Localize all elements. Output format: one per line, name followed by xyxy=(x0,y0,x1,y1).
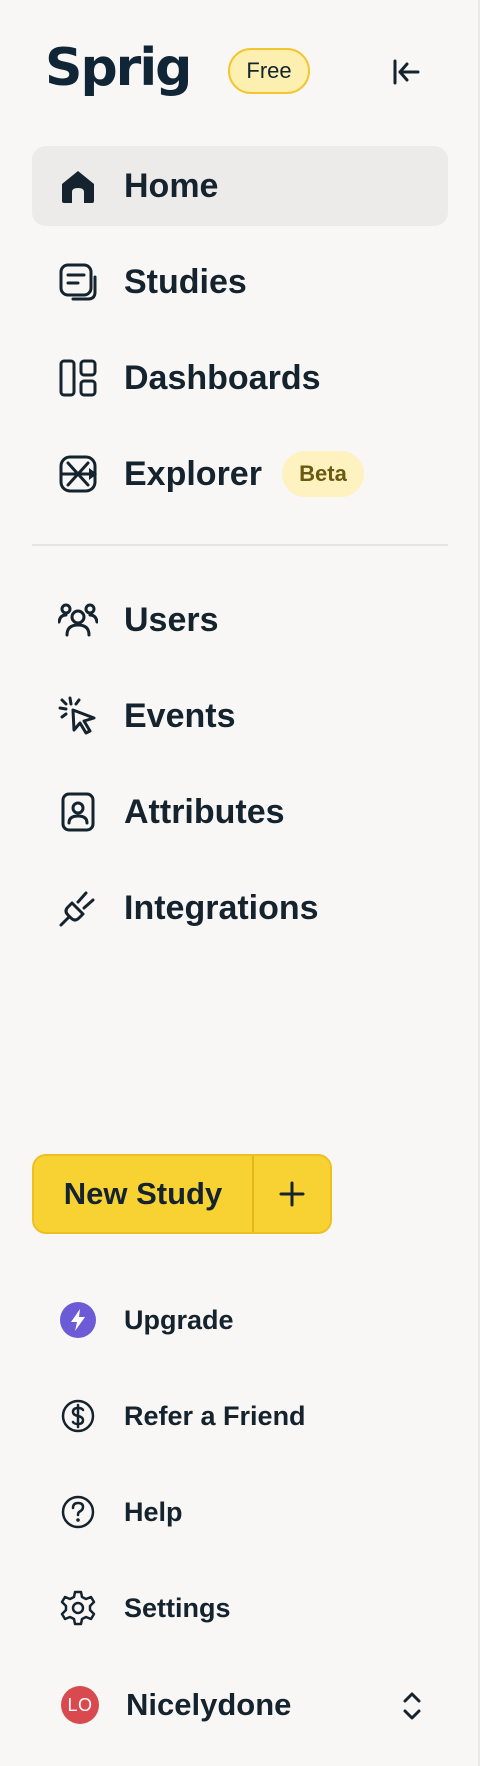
sidebar-item-label: Users xyxy=(124,601,219,639)
attributes-icon xyxy=(58,792,98,832)
sidebar-item-label: Dashboards xyxy=(124,359,321,397)
plus-icon xyxy=(278,1180,306,1208)
dollar-circle-icon xyxy=(60,1398,96,1434)
help-icon xyxy=(60,1494,96,1530)
collapse-left-icon xyxy=(390,56,422,88)
sidebar-item-users[interactable]: Users xyxy=(32,580,448,660)
beta-badge: Beta xyxy=(282,451,364,497)
avatar: LO xyxy=(61,1686,99,1724)
nav-divider xyxy=(32,544,448,546)
new-study-button[interactable]: New Study xyxy=(34,1156,252,1232)
studies-icon xyxy=(58,262,98,302)
plan-badge: Free xyxy=(228,48,310,94)
sprig-logo[interactable]: Sprig xyxy=(45,40,192,96)
sidebar: Sprig Free Home Studies Dashboards Explo… xyxy=(0,0,480,1766)
explorer-icon xyxy=(58,454,98,494)
new-study-split-button: New Study xyxy=(32,1154,332,1234)
util-label: Upgrade xyxy=(124,1305,234,1335)
sidebar-item-explorer[interactable]: Explorer Beta xyxy=(32,434,448,514)
util-label: Refer a Friend xyxy=(124,1401,306,1431)
dashboards-icon xyxy=(58,358,98,398)
sidebar-item-studies[interactable]: Studies xyxy=(32,242,448,322)
home-icon xyxy=(58,166,98,206)
util-label: Help xyxy=(124,1497,183,1527)
sidebar-item-label: Home xyxy=(124,167,219,205)
sidebar-item-attributes[interactable]: Attributes xyxy=(32,772,448,852)
sidebar-header: Sprig Free xyxy=(0,0,478,140)
sidebar-item-events[interactable]: Events xyxy=(32,676,448,756)
util-label: Settings xyxy=(124,1593,231,1623)
account-switcher[interactable]: LO Nicelydone xyxy=(32,1668,448,1748)
sidebar-item-home[interactable]: Home xyxy=(32,146,448,226)
refer-friend-link[interactable]: Refer a Friend xyxy=(32,1380,448,1452)
integrations-icon xyxy=(58,888,98,928)
settings-link[interactable]: Settings xyxy=(32,1572,448,1644)
events-icon xyxy=(58,696,98,736)
users-icon xyxy=(58,600,98,640)
sidebar-item-label: Attributes xyxy=(124,793,285,831)
collapse-sidebar-button[interactable] xyxy=(384,52,428,92)
account-name: Nicelydone xyxy=(126,1687,292,1722)
sidebar-item-label: Events xyxy=(124,697,236,735)
gear-icon xyxy=(60,1590,96,1626)
bolt-icon xyxy=(60,1302,96,1338)
new-study-plus-button[interactable] xyxy=(254,1156,330,1232)
help-link[interactable]: Help xyxy=(32,1476,448,1548)
sidebar-item-label: Studies xyxy=(124,263,247,301)
sidebar-item-integrations[interactable]: Integrations xyxy=(32,868,448,948)
upgrade-link[interactable]: Upgrade xyxy=(32,1284,448,1356)
sidebar-item-label: Explorer xyxy=(124,455,262,493)
sidebar-item-label: Integrations xyxy=(124,889,319,927)
sidebar-item-dashboards[interactable]: Dashboards xyxy=(32,338,448,418)
chevron-up-down-icon xyxy=(398,1688,426,1724)
